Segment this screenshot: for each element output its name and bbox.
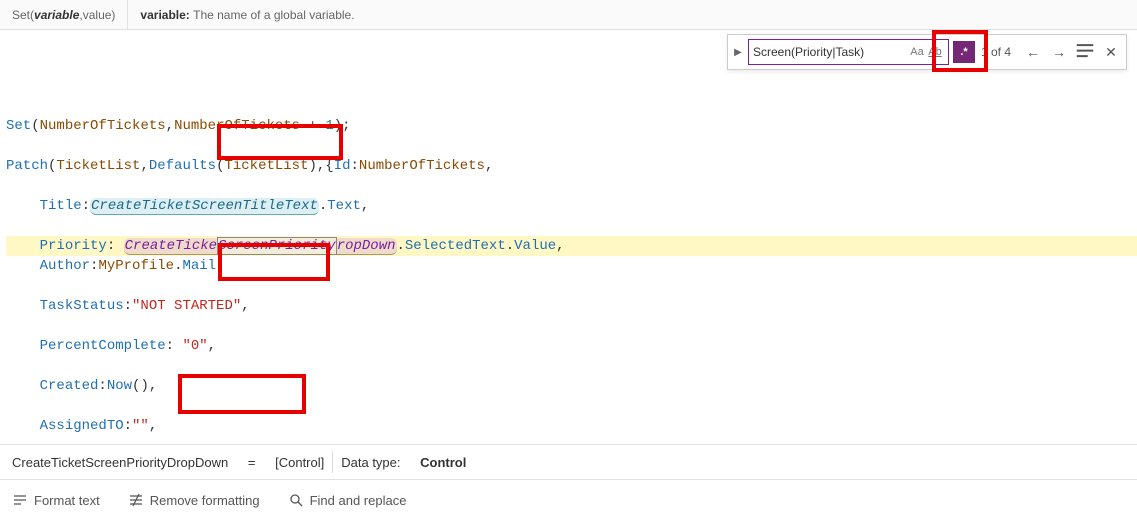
datatype-value: Control [420,455,466,470]
find-count: 1 of 4 [979,45,1013,59]
format-text-button[interactable]: Format text [12,492,100,508]
hint-box: variable: The name of a global variable. [128,0,366,29]
find-input-wrap: Aa Ab [748,39,949,65]
selected-control-type: [Control] [275,455,324,470]
selected-control-name: CreateTicketScreenPriorityDropDown [12,455,228,470]
find-input[interactable] [753,45,908,59]
code-editor[interactable]: Set(NumberOfTickets,NumberOfTickets + 1)… [0,30,1137,440]
format-icon [12,492,28,508]
expand-icon[interactable]: ▶ [732,41,744,63]
selection-icon [1074,41,1096,63]
signature-box: Set(variable, value) [0,0,128,29]
find-close-button[interactable]: ✕ [1100,41,1122,63]
remove-format-icon [128,492,144,508]
remove-formatting-button[interactable]: Remove formatting [128,492,260,508]
divider [332,451,333,473]
hint-desc: The name of a global variable. [193,8,354,22]
find-next-button[interactable]: → [1048,41,1070,63]
search-icon [288,492,304,508]
regex-toggle[interactable]: .* [953,41,975,63]
status-bar: CreateTicketScreenPriorityDropDown = [Co… [0,444,1137,480]
sig-param2: value [83,8,112,22]
hint-name: variable: [140,8,189,22]
match-word-toggle[interactable]: Ab [926,43,944,61]
sig-param1: variable [34,8,79,22]
toolbar: Format text Remove formatting Find and r… [0,480,1137,520]
find-panel: ▶ Aa Ab .* 1 of 4 ← → ✕ [727,34,1127,70]
find-in-selection-button[interactable] [1074,41,1096,63]
match-case-toggle[interactable]: Aa [908,43,926,61]
find-prev-button[interactable]: ← [1022,41,1044,63]
find-replace-button[interactable]: Find and replace [288,492,407,508]
signature-bar: Set(variable, value) variable: The name … [0,0,1137,30]
datatype-label: Data type: [341,455,400,470]
sig-func: Set [12,8,30,22]
